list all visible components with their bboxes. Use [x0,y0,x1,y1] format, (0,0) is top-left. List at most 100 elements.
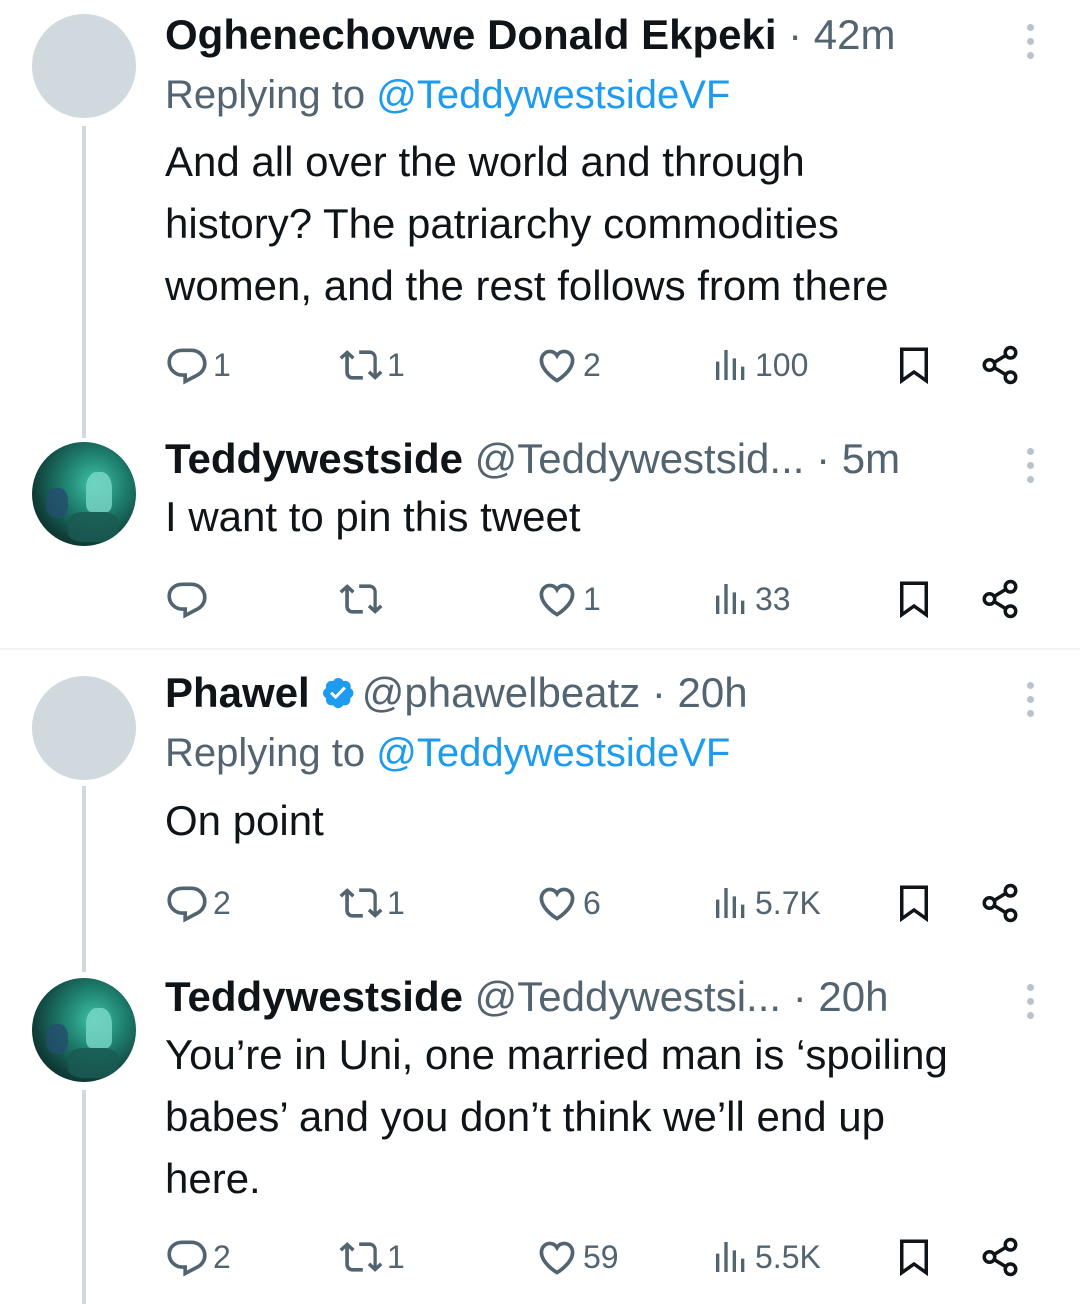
more-icon[interactable] [1024,982,1036,1022]
views-count: 100 [755,346,809,383]
mention-link[interactable]: @TeddywestsideVF [376,731,730,775]
views-icon [711,579,751,619]
avatar[interactable] [32,676,136,780]
views-count: 5.5K [755,1238,821,1275]
retweet-count: 1 [387,1238,405,1275]
like-button[interactable]: 6 [535,878,601,928]
retweet-count: 1 [387,884,405,921]
share-button[interactable] [979,574,1021,624]
views-button[interactable]: 5.7K [711,878,821,928]
reply-icon [165,343,209,387]
tweet-header: Oghenechovwe Donald Ekpeki · 42m [165,10,896,60]
share-button[interactable] [979,1232,1021,1282]
views-button[interactable]: 5.5K [711,1232,821,1282]
tweet-text: On point [165,790,1045,852]
author-handle[interactable]: @Teddywestsi... [475,973,781,1020]
retweet-icon [339,343,383,387]
action-bar: 2 1 6 5.7K [165,878,1045,928]
more-icon[interactable] [1024,680,1036,720]
timestamp: · 20h [792,973,889,1020]
tweet-text-line: On point [165,797,324,844]
share-icon [979,578,1021,620]
retweet-icon [339,577,383,621]
tweet-header: Teddywestside @Teddywestsid... · 5m [165,434,900,484]
reply-button[interactable] [165,574,213,624]
like-button[interactable]: 59 [535,1232,619,1282]
share-icon [979,344,1021,386]
tweet-text: You’re in Uni, one married man is ‘spoil… [165,1024,1045,1210]
replying-to: Replying to @TeddywestsideVF [165,70,730,120]
share-button[interactable] [979,340,1021,390]
tweet-text-line: And all over the world and through [165,138,805,185]
thread-connector [82,786,86,972]
retweet-button[interactable] [339,574,387,624]
reply-button[interactable]: 2 [165,878,231,928]
more-icon[interactable] [1024,22,1036,62]
reply-count: 2 [213,884,231,921]
more-icon[interactable] [1024,446,1036,486]
author-name[interactable]: Teddywestside [165,435,463,482]
mention-link[interactable]: @TeddywestsideVF [376,73,730,117]
reply-count: 1 [213,346,231,383]
timestamp: · 42m [788,11,896,58]
like-count: 1 [583,580,601,617]
avatar[interactable] [32,978,136,1082]
tweet-text-line: history? The patriarchy commodities [165,200,839,247]
share-button[interactable] [979,878,1021,928]
bookmark-icon [893,578,935,620]
retweet-icon [339,881,383,925]
retweet-button[interactable]: 1 [339,340,405,390]
tweet-header: Teddywestside @Teddywestsi... · 20h [165,972,888,1022]
avatar[interactable] [32,14,136,118]
tweet-text: I want to pin this tweet [165,486,1045,548]
views-icon [711,345,751,385]
like-button[interactable]: 2 [535,340,601,390]
replying-label: Replying to [165,731,366,775]
retweet-button[interactable]: 1 [339,878,405,928]
like-icon [535,577,579,621]
bookmark-button[interactable] [893,340,935,390]
views-button[interactable]: 100 [711,340,808,390]
reply-icon [165,881,209,925]
reply-button[interactable]: 1 [165,340,231,390]
verified-badge-icon [322,678,354,709]
thread-divider [0,648,1080,650]
views-icon [711,1237,751,1277]
author-handle[interactable]: @phawelbeatz [362,669,640,716]
share-icon [979,882,1021,924]
like-count: 2 [583,346,601,383]
author-handle[interactable]: @Teddywestsid... [475,435,805,482]
views-button[interactable]: 33 [711,574,791,624]
timestamp: · 5m [816,435,901,482]
avatar[interactable] [32,442,136,546]
share-icon [979,1236,1021,1278]
action-bar: 1 33 [165,574,1045,624]
tweet-header: Phawel @phawelbeatz · 20h [165,668,748,718]
bookmark-button[interactable] [893,574,935,624]
thread-connector [82,1090,86,1304]
retweet-button[interactable]: 1 [339,1232,405,1282]
action-bar: 2 1 59 5.5K [165,1232,1045,1282]
author-name[interactable]: Oghenechovwe Donald Ekpeki [165,11,776,58]
reply-icon [165,577,209,621]
replying-to: Replying to @TeddywestsideVF [165,728,730,778]
like-icon [535,881,579,925]
author-name[interactable]: Phawel [165,669,310,716]
author-name[interactable]: Teddywestside [165,973,463,1020]
like-icon [535,1235,579,1279]
bookmark-icon [893,882,935,924]
views-icon [711,883,751,923]
thread-connector [82,126,86,438]
bookmark-button[interactable] [893,878,935,928]
retweet-icon [339,1235,383,1279]
reply-button[interactable]: 2 [165,1232,231,1282]
bookmark-icon [893,1236,935,1278]
timestamp: · 20h [651,669,748,716]
reply-icon [165,1235,209,1279]
tweet-text-line: You’re in Uni, one married man is ‘spoil… [165,1031,948,1078]
bookmark-button[interactable] [893,1232,935,1282]
views-count: 33 [755,580,791,617]
like-button[interactable]: 1 [535,574,601,624]
tweet-text-line: women, and the rest follows from there [165,262,889,309]
like-count: 6 [583,884,601,921]
